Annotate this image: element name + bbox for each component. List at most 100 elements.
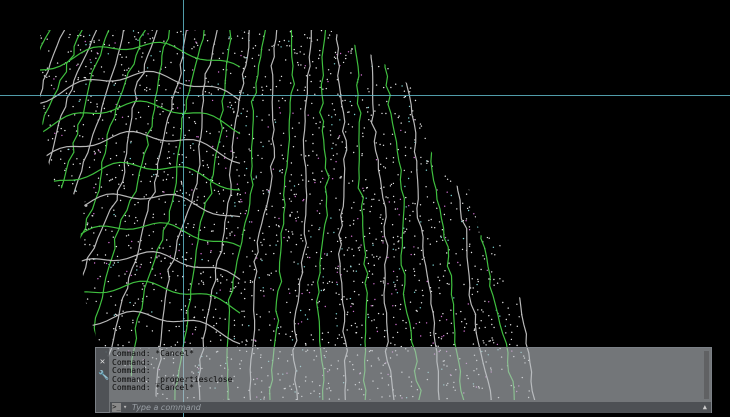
- command-input-bar[interactable]: >_ ▾ ▲: [110, 402, 711, 413]
- survey-point: [93, 232, 95, 234]
- survey-point: [130, 142, 132, 144]
- survey-point: [462, 237, 465, 240]
- survey-point: [112, 264, 115, 266]
- survey-point: [56, 281, 58, 283]
- survey-point: [358, 34, 360, 36]
- survey-point: [328, 34, 331, 36]
- triangle-up-icon[interactable]: ▲: [703, 402, 707, 413]
- survey-point: [535, 103, 537, 105]
- survey-point: [98, 150, 100, 152]
- survey-point: [76, 375, 78, 377]
- survey-point: [243, 316, 246, 318]
- survey-point: [240, 54, 242, 57]
- survey-point: [98, 138, 100, 140]
- survey-point: [199, 229, 201, 231]
- survey-point: [525, 41, 528, 43]
- survey-point: [485, 53, 487, 56]
- survey-point: [470, 84, 472, 86]
- survey-point: [207, 166, 210, 169]
- survey-point: [217, 163, 220, 165]
- survey-point: [232, 108, 234, 110]
- survey-point: [529, 311, 531, 314]
- survey-point: [268, 114, 270, 116]
- survey-point: [219, 289, 221, 291]
- survey-point: [378, 199, 380, 201]
- survey-point: [331, 116, 333, 118]
- survey-point: [500, 240, 503, 242]
- survey-point: [315, 265, 317, 267]
- survey-point: [163, 191, 165, 193]
- survey-point: [459, 172, 462, 174]
- survey-point: [374, 110, 376, 112]
- survey-point: [149, 180, 151, 183]
- survey-point: [526, 170, 529, 172]
- survey-point: [442, 239, 444, 241]
- survey-point: [57, 253, 59, 255]
- survey-point: [85, 65, 87, 68]
- survey-point: [284, 100, 286, 102]
- survey-point: [116, 255, 119, 258]
- survey-point: [156, 257, 158, 259]
- command-line-window[interactable]: ✕ 🔧 Command: *Cancel* Command: Command: …: [95, 347, 712, 413]
- survey-point: [446, 163, 448, 165]
- survey-point: [300, 237, 302, 240]
- survey-point: [363, 127, 365, 129]
- survey-point: [497, 47, 500, 50]
- survey-point: [225, 167, 227, 169]
- survey-point: [482, 311, 484, 313]
- survey-point: [88, 166, 91, 168]
- survey-point: [44, 387, 46, 390]
- survey-point: [118, 164, 121, 167]
- contour-line: [40, 280, 241, 315]
- survey-point: [38, 43, 39, 44]
- survey-point: [373, 256, 375, 258]
- survey-point: [395, 289, 397, 291]
- survey-point: [35, 274, 36, 275]
- survey-point: [249, 280, 252, 282]
- survey-point: [522, 119, 524, 121]
- command-input[interactable]: [132, 402, 692, 413]
- survey-point: [247, 28, 248, 29]
- survey-point: [538, 84, 540, 86]
- survey-point: [535, 152, 537, 155]
- chevron-down-icon[interactable]: ▾: [123, 402, 127, 413]
- close-icon[interactable]: ✕: [98, 358, 107, 367]
- survey-point: [430, 83, 432, 85]
- survey-point: [261, 259, 263, 262]
- command-line-handle[interactable]: ✕ 🔧: [96, 348, 109, 412]
- survey-point: [514, 288, 516, 290]
- survey-point: [183, 69, 186, 72]
- survey-point: [93, 187, 95, 189]
- survey-point: [329, 130, 332, 132]
- wrench-icon[interactable]: 🔧: [98, 372, 109, 381]
- survey-point: [46, 38, 48, 40]
- command-history-scrollbar[interactable]: [704, 351, 709, 399]
- survey-point: [397, 116, 399, 119]
- survey-point: [136, 269, 138, 271]
- survey-point: [533, 209, 535, 211]
- survey-point: [336, 283, 338, 286]
- survey-point: [139, 266, 141, 268]
- command-prompt-icon[interactable]: >_: [112, 403, 121, 412]
- survey-point: [309, 256, 311, 259]
- survey-point: [441, 336, 443, 338]
- survey-point: [38, 76, 39, 77]
- survey-point: [363, 203, 365, 205]
- survey-point: [137, 32, 140, 34]
- contour-line: [40, 30, 110, 400]
- survey-point: [130, 329, 133, 332]
- survey-point: [295, 220, 297, 222]
- survey-point: [419, 204, 422, 206]
- survey-point: [54, 239, 56, 241]
- survey-point: [228, 38, 230, 40]
- survey-point: [440, 235, 442, 237]
- survey-point: [147, 33, 149, 35]
- survey-point: [311, 298, 313, 301]
- survey-point: [76, 246, 79, 248]
- survey-point: [191, 333, 194, 335]
- survey-point: [78, 216, 80, 218]
- survey-point: [457, 172, 460, 175]
- survey-point: [195, 326, 197, 328]
- survey-point: [113, 314, 116, 316]
- survey-point: [263, 295, 265, 297]
